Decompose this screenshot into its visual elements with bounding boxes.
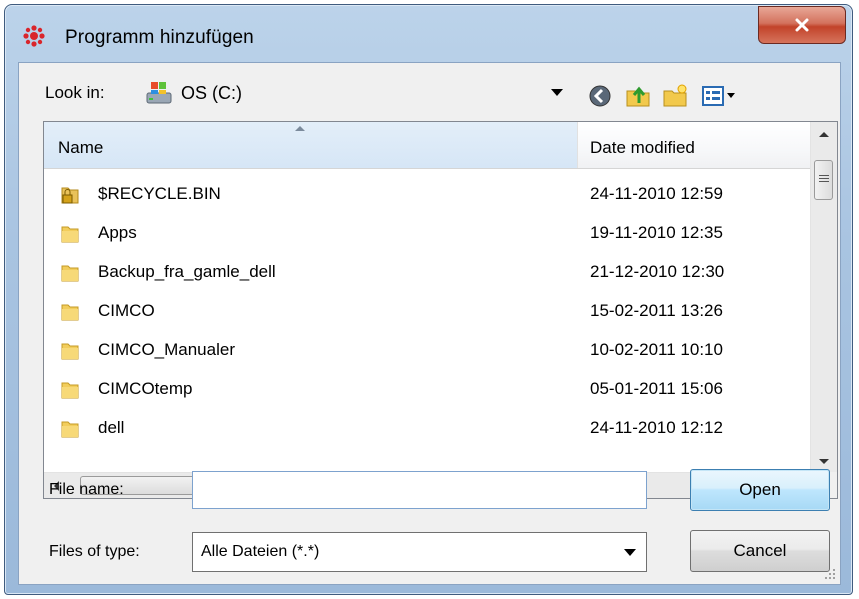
file-name: dell	[98, 418, 125, 437]
close-icon	[795, 18, 809, 32]
drive-icon	[146, 82, 172, 104]
list-item[interactable]: dell 24-11-2010 12:12	[44, 408, 811, 447]
file-name: Backup_fra_gamle_dell	[98, 262, 276, 281]
list-item[interactable]: CIMCOtemp 05-01-2011 15:06	[44, 369, 811, 408]
vertical-scroll-thumb[interactable]	[814, 160, 833, 200]
file-date: 05-01-2011 15:06	[590, 379, 723, 398]
sort-ascending-icon	[295, 126, 305, 131]
file-date: 15-02-2011 13:26	[590, 301, 723, 320]
folder-icon	[61, 382, 79, 399]
file-type-label: Files of type:	[49, 543, 140, 560]
list-item[interactable]: CIMCO 15-02-2011 13:26	[44, 291, 811, 330]
file-name-input[interactable]	[192, 471, 647, 509]
file-name-label: File name:	[49, 481, 124, 498]
file-type-select[interactable]: Alle Dateien (*.*)	[192, 532, 647, 572]
new-folder-icon[interactable]	[662, 83, 688, 109]
chevron-down-icon[interactable]	[624, 549, 636, 556]
file-list[interactable]: Name Date modified $RECYCLE.BIN 24-11-20…	[43, 121, 838, 499]
vertical-scrollbar[interactable]	[810, 122, 837, 474]
list-item[interactable]: CIMCO_Manualer 10-02-2011 10:10	[44, 330, 811, 369]
column-header-name-label: Name	[58, 138, 104, 157]
list-item[interactable]: Apps 19-11-2010 12:35	[44, 213, 811, 252]
column-header-row: Name Date modified	[44, 122, 811, 169]
app-icon	[23, 25, 45, 47]
file-date: 21-12-2010 12:30	[590, 262, 725, 281]
file-name: $RECYCLE.BIN	[98, 184, 221, 203]
column-header-name[interactable]: Name	[44, 122, 578, 168]
file-name: CIMCO	[98, 301, 155, 320]
scroll-down-icon[interactable]	[819, 459, 829, 464]
folder-icon	[61, 265, 79, 282]
look-in-combobox[interactable]: OS (C:)	[139, 71, 569, 115]
file-date: 24-11-2010 12:59	[590, 184, 723, 203]
scroll-up-icon[interactable]	[819, 132, 829, 137]
look-in-value: OS (C:)	[181, 82, 242, 103]
cancel-button[interactable]: Cancel	[690, 530, 830, 572]
resize-grip-icon[interactable]	[824, 568, 836, 580]
close-button[interactable]	[758, 6, 846, 44]
up-folder-icon[interactable]	[625, 83, 651, 109]
file-type-value: Alle Dateien (*.*)	[201, 543, 320, 560]
folder-icon	[61, 343, 79, 360]
file-rows: $RECYCLE.BIN 24-11-2010 12:59 Apps 19-11…	[44, 174, 811, 447]
folder-icon	[61, 421, 79, 438]
file-name: CIMCO_Manualer	[98, 340, 235, 359]
list-item[interactable]: Backup_fra_gamle_dell 21-12-2010 12:30	[44, 252, 811, 291]
grip-icon	[819, 175, 829, 176]
file-date: 19-11-2010 12:35	[590, 223, 723, 242]
file-date: 10-02-2011 10:10	[590, 340, 723, 359]
file-name: CIMCOtemp	[98, 379, 193, 398]
view-menu-icon[interactable]	[701, 83, 739, 109]
dialog-window: Programm hinzufügen Look in: OS (C:) Nam…	[4, 4, 853, 595]
locked-folder-icon	[61, 187, 79, 204]
chevron-down-icon[interactable]	[551, 89, 563, 96]
file-name: Apps	[98, 223, 137, 242]
back-icon[interactable]	[587, 83, 613, 109]
title-bar[interactable]: Programm hinzufügen	[5, 5, 852, 63]
window-title: Programm hinzufügen	[65, 27, 254, 48]
column-header-date-modified[interactable]: Date modified	[578, 122, 811, 168]
list-item[interactable]: $RECYCLE.BIN 24-11-2010 12:59	[44, 174, 811, 213]
folder-icon	[61, 226, 79, 243]
look-in-label: Look in:	[45, 83, 105, 102]
dialog-client-area: Look in: OS (C:) Name Date modified $REC…	[18, 62, 841, 585]
open-button[interactable]: Open	[690, 469, 830, 511]
column-header-date-label: Date modified	[590, 138, 695, 157]
file-date: 24-11-2010 12:12	[590, 418, 723, 437]
folder-icon	[61, 304, 79, 321]
